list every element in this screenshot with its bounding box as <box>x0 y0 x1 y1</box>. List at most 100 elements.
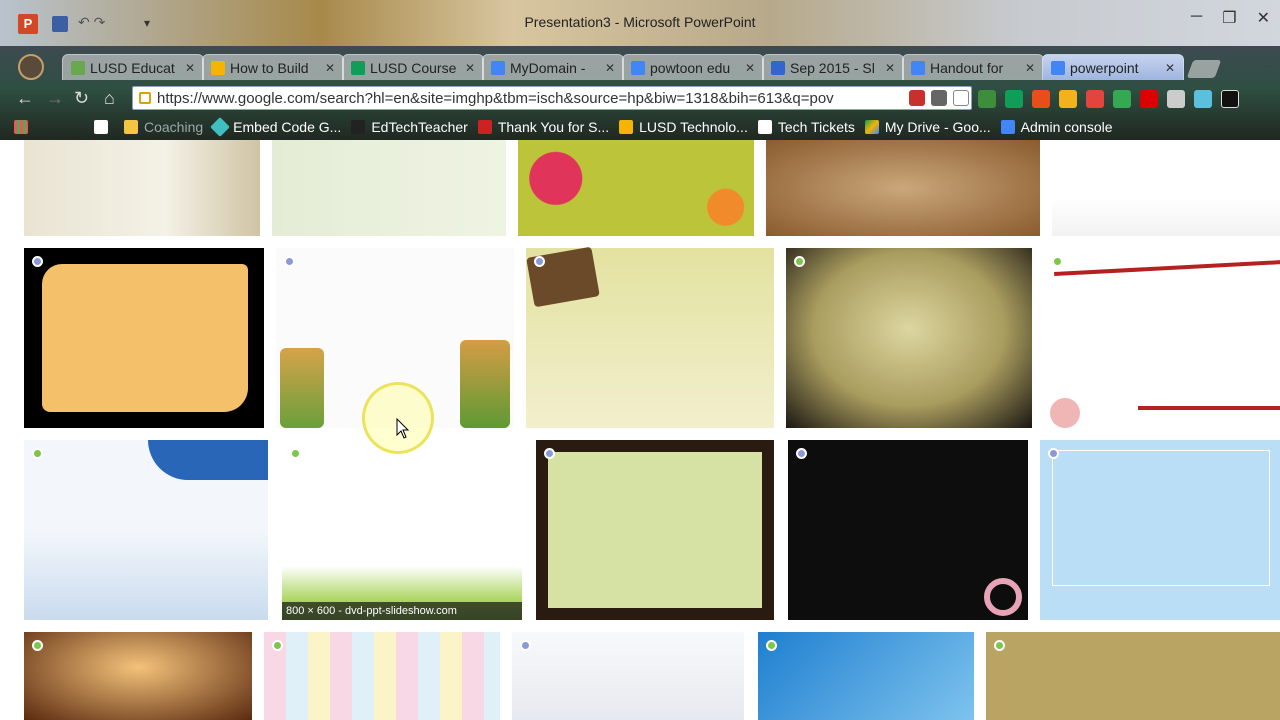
extensions-bar <box>978 90 1239 108</box>
tab-powerpoint[interactable]: powerpoint ✕ <box>1042 54 1184 80</box>
image-result[interactable] <box>518 140 754 236</box>
extension-icon[interactable] <box>1059 90 1077 108</box>
tab-lusd-educat[interactable]: LUSD Educat ✕ <box>62 54 204 80</box>
extension-icon[interactable] <box>1140 90 1158 108</box>
tab-close-icon[interactable]: ✕ <box>605 61 615 75</box>
tab-favicon-icon <box>491 60 505 75</box>
extension-icon[interactable] <box>1194 90 1212 108</box>
maximize-button[interactable]: ❐ <box>1222 8 1236 28</box>
apps-icon[interactable] <box>14 120 34 134</box>
tab-mydomain[interactable]: MyDomain - ✕ <box>482 54 624 80</box>
result-badge-icon <box>994 640 1005 651</box>
image-result[interactable] <box>24 140 260 236</box>
image-result[interactable] <box>536 440 774 620</box>
bookmark-my-drive[interactable]: My Drive - Goo... <box>864 119 991 135</box>
bookmark-embed-code[interactable]: Embed Code G... <box>210 117 341 137</box>
tab-powtoon-edu[interactable]: powtoon edu ✕ <box>622 54 764 80</box>
tab-close-icon[interactable]: ✕ <box>325 61 335 75</box>
home-icon[interactable]: ⌂ <box>104 88 115 109</box>
reload-icon[interactable]: ↻ <box>74 88 89 109</box>
result-badge-icon <box>1052 256 1063 267</box>
tab-sep-2015[interactable]: Sep 2015 - Sl ✕ <box>762 54 904 80</box>
extension-icon[interactable] <box>1005 90 1023 108</box>
image-results-grid: 800 × 600 - dvd-ppt-slideshow.com <box>0 140 1280 720</box>
tab-close-icon[interactable]: ✕ <box>745 61 755 75</box>
bookmark-edtechteacher[interactable]: EdTechTeacher <box>351 119 468 135</box>
result-badge-icon <box>32 256 43 267</box>
image-result[interactable] <box>512 632 744 720</box>
tab-close-icon[interactable]: ✕ <box>1025 61 1035 75</box>
image-result[interactable] <box>24 248 264 428</box>
result-badge-icon <box>272 640 283 651</box>
extension-icon[interactable] <box>931 90 947 106</box>
tab-favicon-icon <box>631 60 645 75</box>
tab-lusd-course[interactable]: LUSD Course ✕ <box>342 54 484 80</box>
tab-favicon-icon <box>911 60 925 75</box>
result-badge-icon <box>1048 448 1059 459</box>
bookmark-folder[interactable]: Coaching <box>124 119 203 135</box>
minimize-button[interactable]: ─ <box>1191 8 1202 28</box>
image-result[interactable] <box>24 632 252 720</box>
tab-favicon-icon <box>71 60 85 75</box>
window-titlebar: P ↶ ↷ ▾ Presentation3 - Microsoft PowerP… <box>0 0 1280 46</box>
bookmark-admin-console[interactable]: Admin console <box>1000 119 1113 135</box>
blocked-icon[interactable] <box>909 90 925 106</box>
browser-frame: LUSD Educat ✕ How to Build ✕ LUSD Course ✕ … <box>0 46 1280 140</box>
tab-favicon-icon <box>211 60 225 75</box>
result-badge-icon <box>520 640 531 651</box>
address-bar[interactable]: https://www.google.com/search?hl=en&site… <box>132 86 972 110</box>
result-badge-icon <box>796 448 807 459</box>
tab-handout-for[interactable]: Handout for ✕ <box>902 54 1044 80</box>
image-result[interactable] <box>272 140 506 236</box>
tab-how-to-build[interactable]: How to Build ✕ <box>202 54 344 80</box>
image-result[interactable] <box>526 246 774 428</box>
page-info-icon[interactable] <box>139 92 151 104</box>
tab-close-icon[interactable]: ✕ <box>465 61 475 75</box>
extension-icon[interactable] <box>1113 90 1131 108</box>
image-result[interactable] <box>788 440 1028 620</box>
tab-favicon-icon <box>1051 60 1065 75</box>
extension-icon[interactable] <box>1221 90 1239 108</box>
mouse-pointer-icon <box>396 418 410 439</box>
result-badge-icon <box>766 640 777 651</box>
url-text[interactable]: https://www.google.com/search?hl=en&site… <box>157 90 905 107</box>
extension-icon[interactable] <box>1032 90 1050 108</box>
image-result[interactable]: 800 × 600 - dvd-ppt-slideshow.com <box>282 440 522 620</box>
result-badge-icon <box>32 640 43 651</box>
new-tab-button[interactable] <box>1186 60 1222 78</box>
tab-strip: LUSD Educat ✕ How to Build ✕ LUSD Course ✕ … <box>62 54 1222 82</box>
result-badge-icon <box>290 448 301 459</box>
result-badge-icon <box>794 256 805 267</box>
result-badge-icon <box>544 448 555 459</box>
image-result[interactable] <box>1044 248 1280 428</box>
extension-icon[interactable] <box>1167 90 1185 108</box>
close-button[interactable]: ✕ <box>1257 8 1270 28</box>
profile-avatar[interactable] <box>18 54 44 80</box>
result-badge-icon <box>534 256 545 267</box>
image-result[interactable] <box>766 140 1040 236</box>
window-title: Presentation3 - Microsoft PowerPoint <box>524 14 756 30</box>
bookmarks-bar: Coaching Embed Code G... EdTechTeacher T… <box>0 114 1280 140</box>
bookmark-star-icon[interactable] <box>953 90 969 106</box>
bookmark-thank-you[interactable]: Thank You for S... <box>477 119 609 135</box>
image-result[interactable] <box>786 248 1032 428</box>
image-result[interactable] <box>264 632 500 720</box>
image-result[interactable] <box>758 632 974 720</box>
image-result[interactable] <box>986 632 1280 720</box>
forward-icon[interactable]: → <box>46 88 64 109</box>
back-icon[interactable]: ← <box>16 88 34 109</box>
bookmark-blank[interactable] <box>94 120 114 134</box>
image-result[interactable] <box>1052 140 1280 236</box>
image-result[interactable] <box>1040 440 1280 620</box>
tab-close-icon[interactable]: ✕ <box>885 61 895 75</box>
tab-close-icon[interactable]: ✕ <box>185 61 195 75</box>
result-badge-icon <box>32 448 43 459</box>
tab-close-icon[interactable]: ✕ <box>1165 61 1175 75</box>
tab-favicon-icon <box>771 60 785 75</box>
extension-icon[interactable] <box>1086 90 1104 108</box>
extension-icon[interactable] <box>978 90 996 108</box>
image-size-caption: 800 × 600 - dvd-ppt-slideshow.com <box>282 602 522 620</box>
bookmark-tech-tickets[interactable]: Tech Tickets <box>757 119 855 135</box>
image-result[interactable] <box>24 440 268 620</box>
bookmark-lusd-technology[interactable]: LUSD Technolo... <box>619 119 748 135</box>
